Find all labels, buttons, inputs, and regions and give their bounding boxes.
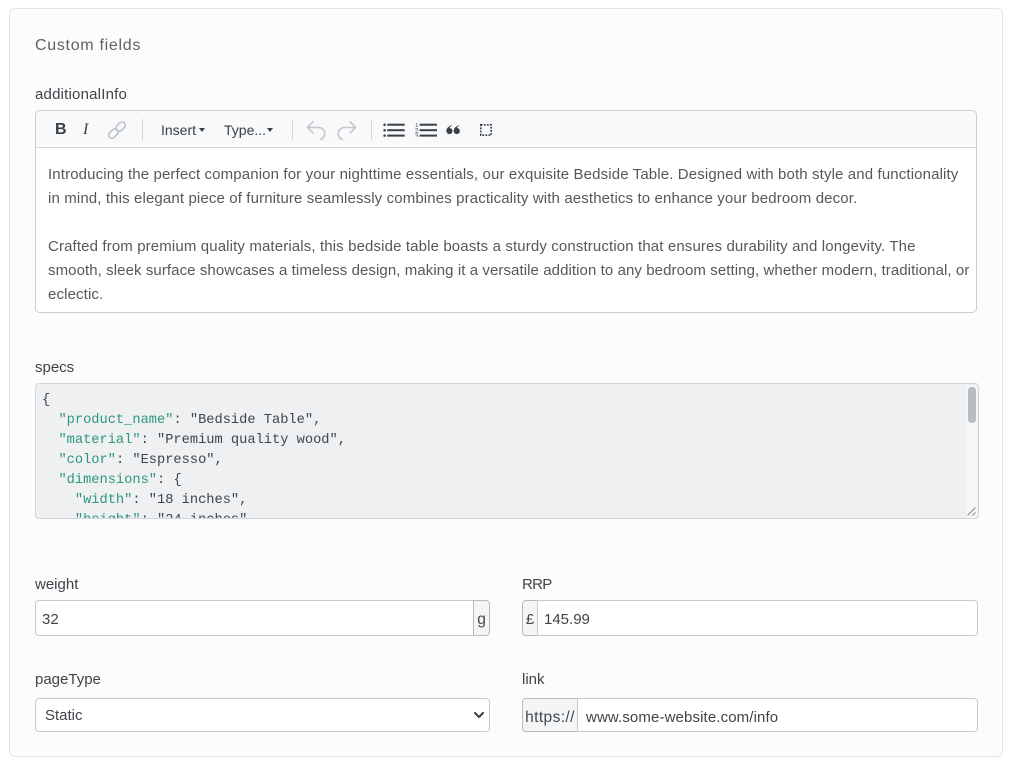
svg-text:3: 3 xyxy=(415,133,419,137)
